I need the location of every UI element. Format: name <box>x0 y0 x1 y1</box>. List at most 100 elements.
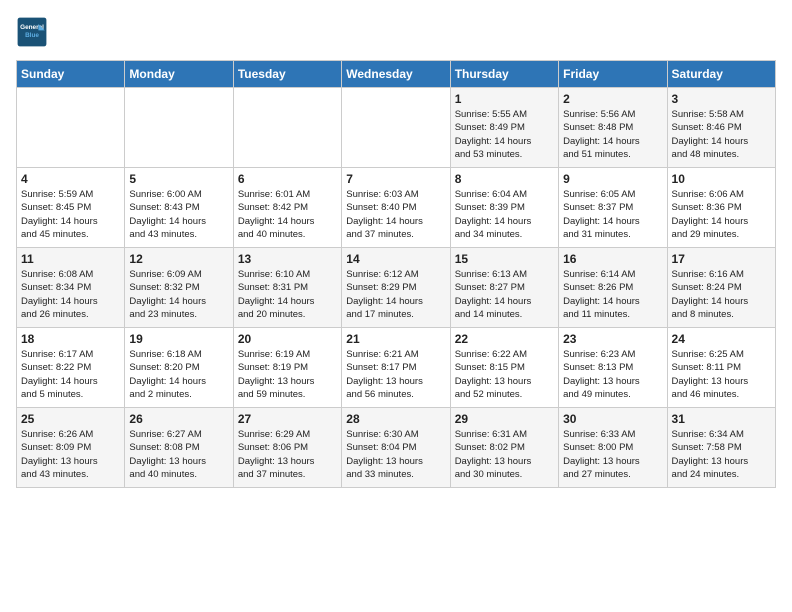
day-info: Sunrise: 6:18 AM Sunset: 8:20 PM Dayligh… <box>129 348 228 401</box>
calendar-cell-w2d5: 8 Sunrise: 6:04 AM Sunset: 8:39 PM Daylig… <box>450 168 558 248</box>
day-number: 31 <box>672 412 771 426</box>
calendar-cell-w2d4: 7 Sunrise: 6:03 AM Sunset: 8:40 PM Daylig… <box>342 168 450 248</box>
calendar-week-3: 11Sunrise: 6:08 AM Sunset: 8:34 PM Dayli… <box>17 248 776 328</box>
calendar-cell-w4d3: 20 Sunrise: 6:19 AM Sunset: 8:19 PM Dayli… <box>233 328 341 408</box>
weekday-header-sunday: Sunday <box>17 61 125 88</box>
day-number: 21 <box>346 332 445 346</box>
calendar-cell-w2d2: 5 Sunrise: 6:00 AM Sunset: 8:43 PM Daylig… <box>125 168 233 248</box>
day-number: 8 <box>455 172 554 186</box>
calendar-cell-w5d5: 29 Sunrise: 6:31 AM Sunset: 8:02 PM Dayli… <box>450 408 558 488</box>
day-info: Sunrise: 6:13 AM Sunset: 8:27 PM Dayligh… <box>455 268 554 321</box>
day-number: 28 <box>346 412 445 426</box>
calendar-cell-w4d4: 21 Sunrise: 6:21 AM Sunset: 8:17 PM Dayli… <box>342 328 450 408</box>
calendar-cell-w5d4: 28 Sunrise: 6:30 AM Sunset: 8:04 PM Dayli… <box>342 408 450 488</box>
calendar-cell-w5d6: 30Sunrise: 6:33 AM Sunset: 8:00 PM Dayli… <box>559 408 667 488</box>
day-info: Sunrise: 6:19 AM Sunset: 8:19 PM Dayligh… <box>238 348 337 401</box>
calendar-cell-w3d1: 11Sunrise: 6:08 AM Sunset: 8:34 PM Dayli… <box>17 248 125 328</box>
day-info: Sunrise: 6:27 AM Sunset: 8:08 PM Dayligh… <box>129 428 228 481</box>
day-number: 23 <box>563 332 662 346</box>
day-info: Sunrise: 5:56 AM Sunset: 8:48 PM Dayligh… <box>563 108 662 161</box>
day-info: Sunrise: 6:01 AM Sunset: 8:42 PM Dayligh… <box>238 188 337 241</box>
calendar-cell-w2d1: 4 Sunrise: 5:59 AM Sunset: 8:45 PM Daylig… <box>17 168 125 248</box>
day-number: 12 <box>129 252 228 266</box>
day-number: 6 <box>238 172 337 186</box>
calendar-week-1: 1 Sunrise: 5:55 AM Sunset: 8:49 PM Daylig… <box>17 88 776 168</box>
calendar-cell-w3d5: 15 Sunrise: 6:13 AM Sunset: 8:27 PM Dayli… <box>450 248 558 328</box>
day-number: 26 <box>129 412 228 426</box>
day-info: Sunrise: 6:12 AM Sunset: 8:29 PM Dayligh… <box>346 268 445 321</box>
calendar-week-5: 25 Sunrise: 6:26 AM Sunset: 8:09 PM Dayli… <box>17 408 776 488</box>
day-info: Sunrise: 6:30 AM Sunset: 8:04 PM Dayligh… <box>346 428 445 481</box>
calendar-cell-w2d3: 6 Sunrise: 6:01 AM Sunset: 8:42 PM Daylig… <box>233 168 341 248</box>
day-info: Sunrise: 6:29 AM Sunset: 8:06 PM Dayligh… <box>238 428 337 481</box>
day-info: Sunrise: 6:31 AM Sunset: 8:02 PM Dayligh… <box>455 428 554 481</box>
calendar-cell-w4d6: 23 Sunrise: 6:23 AM Sunset: 8:13 PM Dayli… <box>559 328 667 408</box>
day-info: Sunrise: 6:03 AM Sunset: 8:40 PM Dayligh… <box>346 188 445 241</box>
calendar-cell-w3d3: 13 Sunrise: 6:10 AM Sunset: 8:31 PM Dayli… <box>233 248 341 328</box>
day-number: 5 <box>129 172 228 186</box>
day-info: Sunrise: 5:59 AM Sunset: 8:45 PM Dayligh… <box>21 188 120 241</box>
calendar-cell-w1d3 <box>233 88 341 168</box>
day-number: 19 <box>129 332 228 346</box>
day-info: Sunrise: 6:34 AM Sunset: 7:58 PM Dayligh… <box>672 428 771 481</box>
calendar-cell-w1d5: 1 Sunrise: 5:55 AM Sunset: 8:49 PM Daylig… <box>450 88 558 168</box>
calendar-cell-w1d6: 2 Sunrise: 5:56 AM Sunset: 8:48 PM Daylig… <box>559 88 667 168</box>
calendar-cell-w5d1: 25 Sunrise: 6:26 AM Sunset: 8:09 PM Dayli… <box>17 408 125 488</box>
calendar-cell-w1d4 <box>342 88 450 168</box>
calendar-cell-w4d7: 24Sunrise: 6:25 AM Sunset: 8:11 PM Dayli… <box>667 328 775 408</box>
calendar-cell-w5d7: 31 Sunrise: 6:34 AM Sunset: 7:58 PM Dayli… <box>667 408 775 488</box>
day-info: Sunrise: 6:06 AM Sunset: 8:36 PM Dayligh… <box>672 188 771 241</box>
day-info: Sunrise: 5:55 AM Sunset: 8:49 PM Dayligh… <box>455 108 554 161</box>
day-info: Sunrise: 6:04 AM Sunset: 8:39 PM Dayligh… <box>455 188 554 241</box>
svg-text:Blue: Blue <box>25 32 39 39</box>
day-number: 10 <box>672 172 771 186</box>
day-info: Sunrise: 6:10 AM Sunset: 8:31 PM Dayligh… <box>238 268 337 321</box>
calendar-cell-w3d2: 12 Sunrise: 6:09 AM Sunset: 8:32 PM Dayli… <box>125 248 233 328</box>
calendar-cell-w3d4: 14Sunrise: 6:12 AM Sunset: 8:29 PM Dayli… <box>342 248 450 328</box>
weekday-header-monday: Monday <box>125 61 233 88</box>
weekday-header-friday: Friday <box>559 61 667 88</box>
logo: General Blue <box>16 16 52 48</box>
calendar-cell-w1d1 <box>17 88 125 168</box>
day-info: Sunrise: 6:08 AM Sunset: 8:34 PM Dayligh… <box>21 268 120 321</box>
day-info: Sunrise: 6:16 AM Sunset: 8:24 PM Dayligh… <box>672 268 771 321</box>
calendar-cell-w3d6: 16Sunrise: 6:14 AM Sunset: 8:26 PM Dayli… <box>559 248 667 328</box>
calendar-cell-w5d3: 27Sunrise: 6:29 AM Sunset: 8:06 PM Dayli… <box>233 408 341 488</box>
calendar-cell-w1d7: 3Sunrise: 5:58 AM Sunset: 8:46 PM Daylig… <box>667 88 775 168</box>
calendar-cell-w4d5: 22 Sunrise: 6:22 AM Sunset: 8:15 PM Dayli… <box>450 328 558 408</box>
calendar-week-2: 4 Sunrise: 5:59 AM Sunset: 8:45 PM Daylig… <box>17 168 776 248</box>
calendar-week-4: 18 Sunrise: 6:17 AM Sunset: 8:22 PM Dayli… <box>17 328 776 408</box>
day-info: Sunrise: 6:05 AM Sunset: 8:37 PM Dayligh… <box>563 188 662 241</box>
day-number: 25 <box>21 412 120 426</box>
day-number: 2 <box>563 92 662 106</box>
day-info: Sunrise: 6:26 AM Sunset: 8:09 PM Dayligh… <box>21 428 120 481</box>
logo-icon: General Blue <box>16 16 48 48</box>
weekday-header-thursday: Thursday <box>450 61 558 88</box>
calendar-cell-w2d7: 10 Sunrise: 6:06 AM Sunset: 8:36 PM Dayli… <box>667 168 775 248</box>
day-info: Sunrise: 6:33 AM Sunset: 8:00 PM Dayligh… <box>563 428 662 481</box>
day-info: Sunrise: 6:22 AM Sunset: 8:15 PM Dayligh… <box>455 348 554 401</box>
day-number: 7 <box>346 172 445 186</box>
calendar-cell-w3d7: 17 Sunrise: 6:16 AM Sunset: 8:24 PM Dayli… <box>667 248 775 328</box>
page-header: General Blue <box>16 16 776 48</box>
day-number: 13 <box>238 252 337 266</box>
day-info: Sunrise: 6:17 AM Sunset: 8:22 PM Dayligh… <box>21 348 120 401</box>
day-info: Sunrise: 6:23 AM Sunset: 8:13 PM Dayligh… <box>563 348 662 401</box>
calendar-body: 1 Sunrise: 5:55 AM Sunset: 8:49 PM Daylig… <box>17 88 776 488</box>
day-info: Sunrise: 6:00 AM Sunset: 8:43 PM Dayligh… <box>129 188 228 241</box>
day-info: Sunrise: 6:21 AM Sunset: 8:17 PM Dayligh… <box>346 348 445 401</box>
day-number: 17 <box>672 252 771 266</box>
calendar-cell-w5d2: 26 Sunrise: 6:27 AM Sunset: 8:08 PM Dayli… <box>125 408 233 488</box>
day-number: 15 <box>455 252 554 266</box>
calendar-cell-w4d1: 18 Sunrise: 6:17 AM Sunset: 8:22 PM Dayli… <box>17 328 125 408</box>
day-number: 20 <box>238 332 337 346</box>
day-number: 29 <box>455 412 554 426</box>
day-info: Sunrise: 6:09 AM Sunset: 8:32 PM Dayligh… <box>129 268 228 321</box>
day-number: 22 <box>455 332 554 346</box>
day-number: 4 <box>21 172 120 186</box>
day-number: 18 <box>21 332 120 346</box>
day-number: 9 <box>563 172 662 186</box>
calendar-table: SundayMondayTuesdayWednesdayThursdayFrid… <box>16 60 776 488</box>
day-info: Sunrise: 5:58 AM Sunset: 8:46 PM Dayligh… <box>672 108 771 161</box>
day-number: 1 <box>455 92 554 106</box>
